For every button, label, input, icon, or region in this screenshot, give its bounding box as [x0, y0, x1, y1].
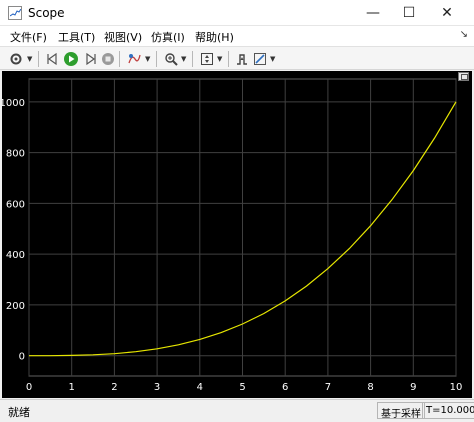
x-tick-label: 9 [410, 382, 416, 393]
x-tick-label: 7 [325, 382, 331, 393]
toolbar: ▼ ▼ ▼ ▼ ▼ [0, 46, 474, 70]
y-tick-label: 800 [6, 149, 25, 160]
highlight-icon[interactable] [125, 50, 142, 67]
status-ready-text: 就绪 [8, 406, 30, 419]
menu-bar: 文件(F) 工具(T) 视图(V) 仿真(I) 帮助(H) ↘ [0, 26, 474, 46]
menu-overflow-icon[interactable]: ↘ [460, 29, 468, 40]
toolbar-separator [119, 51, 120, 67]
x-tick-label: 8 [367, 382, 373, 393]
run-icon[interactable] [62, 50, 79, 67]
close-button[interactable]: ✕ [430, 0, 464, 26]
scope-display[interactable]: 0 1 2 3 4 5 6 7 8 9 10 0 200 400 600 800 1000 [2, 71, 472, 398]
style-dropdown-icon[interactable]: ▼ [270, 55, 275, 63]
x-tick-label: 6 [282, 382, 288, 393]
toolbar-separator [192, 51, 193, 67]
x-tick-label: 4 [197, 382, 203, 393]
maximize-button[interactable]: ☐ [392, 0, 426, 26]
scope-plot[interactable]: 0 1 2 3 4 5 6 7 8 9 10 0 200 400 600 800 1000 [2, 71, 472, 398]
gear-dropdown-icon[interactable]: ▼ [27, 55, 32, 63]
scope-app-icon [8, 6, 22, 20]
y-tick-label: 1000 [2, 98, 25, 109]
style-icon[interactable] [251, 50, 268, 67]
scope-window: Scope — ☐ ✕ 文件(F) 工具(T) 视图(V) 仿真(I) 帮助(H… [0, 0, 474, 422]
toolbar-separator [38, 51, 39, 67]
y-tick-label: 600 [6, 199, 25, 210]
step-forward-icon[interactable] [81, 50, 98, 67]
toolbar-separator [228, 51, 229, 67]
window-title: Scope [28, 6, 65, 20]
menu-file[interactable]: 文件(F) [10, 29, 47, 45]
menu-tools[interactable]: 工具(T) [58, 29, 95, 45]
scale-axes-icon[interactable] [198, 50, 215, 67]
minimize-button[interactable]: — [356, 0, 390, 26]
close-icon: ✕ [441, 5, 453, 21]
y-tick-label: 400 [6, 250, 25, 261]
x-tick-label: 10 [450, 382, 463, 393]
sample-mode-cell: 基于采样 [377, 402, 425, 420]
y-tick-label: 0 [19, 352, 25, 363]
undock-icon[interactable] [458, 72, 469, 81]
zoom-dropdown-icon[interactable]: ▼ [181, 55, 186, 63]
stop-icon[interactable] [99, 50, 116, 67]
x-tick-label: 2 [111, 382, 117, 393]
gear-icon[interactable] [7, 50, 24, 67]
toolbar-separator [156, 51, 157, 67]
minimize-icon: — [366, 5, 380, 21]
menu-simulation[interactable]: 仿真(I) [151, 29, 185, 45]
highlight-dropdown-icon[interactable]: ▼ [145, 55, 150, 63]
x-tick-label: 1 [69, 382, 75, 393]
zoom-icon[interactable] [162, 50, 179, 67]
menu-view[interactable]: 视图(V) [104, 29, 142, 45]
x-tick-label: 5 [239, 382, 245, 393]
x-tick-label: 0 [26, 382, 32, 393]
y-tick-label: 200 [6, 301, 25, 312]
x-tick-label: 3 [154, 382, 160, 393]
scale-axes-dropdown-icon[interactable]: ▼ [217, 55, 222, 63]
maximize-icon: ☐ [402, 5, 416, 21]
menu-help[interactable]: 帮助(H) [195, 29, 234, 45]
sim-time-cell: T=10.000 [422, 402, 474, 419]
step-back-icon[interactable] [44, 50, 61, 67]
title-bar: Scope — ☐ ✕ [0, 0, 474, 26]
status-bar: 就绪 基于采样 T=10.000 [0, 399, 474, 422]
triggers-icon[interactable] [233, 50, 250, 67]
